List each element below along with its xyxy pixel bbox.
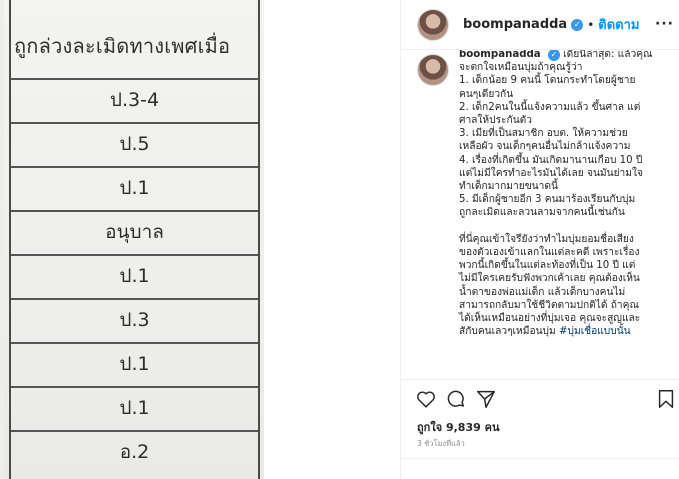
separator-dot: • — [587, 17, 595, 32]
caption-text: boompanadda ✓ เดี๋ยนี้ล่าสุด: แล้วคุณ จะ… — [459, 50, 671, 338]
post-sidebar: boompanadda ✓ • ติดตาม ··· boompanadda ✓… — [400, 0, 679, 479]
comment-icon[interactable] — [445, 388, 467, 410]
share-icon[interactable] — [475, 388, 497, 410]
photo-table-row: ป.1 — [11, 342, 258, 383]
caption-line: ที่นี่คุณเข้าใจรึยังว่าทำไมบุ่มยอมชื่อเส… — [459, 233, 634, 245]
photo-table-row: อนุบาล — [11, 210, 258, 251]
caption-username[interactable]: boompanadda — [459, 50, 541, 60]
caption-line: คนๆเดียวกัน — [459, 88, 514, 100]
photo-table-row: อ.2 — [11, 430, 258, 471]
post-photo: ถูกล่วงละเมิดทางเพศเมื่อ ป.3-4 ป.5 ป.1 อ… — [0, 0, 264, 479]
table-line-right — [258, 0, 260, 479]
follow-button[interactable]: ติดตาม — [598, 14, 639, 35]
username-link[interactable]: boompanadda — [463, 17, 567, 32]
photo-table-row: ป.3-4 — [11, 78, 258, 119]
photo-table-row: ป.1 — [11, 254, 258, 295]
caption-line: เหลือผัว จนเด็กๆคนอื่นไม่กล้าแจ้งความ — [459, 141, 631, 153]
photo-table-row: ป.3 — [11, 298, 258, 339]
post-timestamp[interactable]: 3 ชั่วโมงที่แล้ว — [417, 438, 465, 450]
caption-line: 2. เด็ก2คนในนี้แจ้งความแล้ว ขึ้นศาล แต่ — [459, 101, 641, 113]
more-options-icon[interactable]: ··· — [655, 16, 674, 32]
post-header: boompanadda ✓ • ติดตาม ··· — [401, 0, 679, 50]
caption-line: แต่ไม่มีใครทำอะไรมันได้เลย จนมันย่ามใจ — [459, 167, 643, 179]
caption-line: เดี๋ยนี้ล่าสุด: แล้วคุณ — [563, 50, 653, 60]
hashtag-link[interactable]: #บุ่มเชื่อแบบนั้น — [559, 326, 631, 337]
caption-line: ถูกละเมิดและลวนลามจากคนนี้เช่นกัน — [459, 207, 625, 219]
caption-line: ไม่มีใครเคยรับฟังพวกเค้าเลย คุณต้องเห็น — [459, 273, 640, 285]
caption-line: ได้เห็นเหมือนอย่างที่บุ่มเจอ คุณจะสูญและ — [459, 313, 641, 325]
caption-line: จะตกใจเหมือนบุ่มถ้าคุณรู้ว่า — [459, 62, 583, 74]
action-bar — [401, 384, 679, 414]
photo-table-row: ป.1 — [11, 166, 258, 207]
caption-line: น้ำตาของพ่อแม่เด็ก แล้วเด็กบางคนไม่ — [459, 286, 626, 298]
caption-line: สามารถกลับมาใช้ชีวิตตามปกติได้ ถ้าคุณ — [459, 299, 639, 311]
comment-bar[interactable] — [401, 458, 679, 479]
caption-line: 1. เด็กน้อย 9 คนนี้ โดนกระทำโดยผู้ชาย — [459, 75, 636, 87]
photo-table-row: ป.1 — [11, 386, 258, 427]
verified-badge-icon: ✓ — [571, 18, 584, 31]
caption-line: 3. เมียที่เป็นสมาชิก อบต. ให้ความช่วย — [459, 128, 628, 140]
verified-badge-icon: ✓ — [547, 50, 560, 61]
caption-avatar[interactable] — [417, 54, 449, 86]
heart-icon[interactable] — [415, 388, 437, 410]
caption-line: 4. เรื่องที่เกิดขึ้น มันเกิดมานานเกือบ 1… — [459, 154, 643, 166]
likes-count[interactable]: ถูกใจ 9,839 คน — [417, 418, 499, 436]
photo-table-header: ถูกล่วงละเมิดทางเพศเมื่อ — [14, 34, 231, 58]
bookmark-icon[interactable] — [655, 388, 677, 410]
caption-line: ของตัวเองเข้าแลกในแต่ละคดี เพราะเรื่อง — [459, 247, 640, 259]
caption-line: สักับคนเลวๆเหมือนบุ่ม — [459, 326, 556, 338]
photo-margin — [264, 0, 400, 479]
caption-line: ทำเด็กมากมายขนาดนี้ — [459, 181, 558, 193]
caption-line: ศาลให้ประกันตัว — [459, 115, 532, 127]
caption-scroll-area[interactable]: boompanadda ✓ เดี๋ยนี้ล่าสุด: แล้วคุณ จะ… — [401, 50, 679, 380]
caption-line: 5. มีเด็กผู้ชายอีก 3 คนมาร้องเรียนกับบุ่… — [459, 194, 636, 206]
caption-line: พวกนี้เกิดขึ้นในแต่ละท้องที่เป็น 10 ปี แ… — [459, 260, 636, 272]
photo-table-row: ป.5 — [11, 122, 258, 163]
avatar[interactable] — [417, 8, 449, 41]
